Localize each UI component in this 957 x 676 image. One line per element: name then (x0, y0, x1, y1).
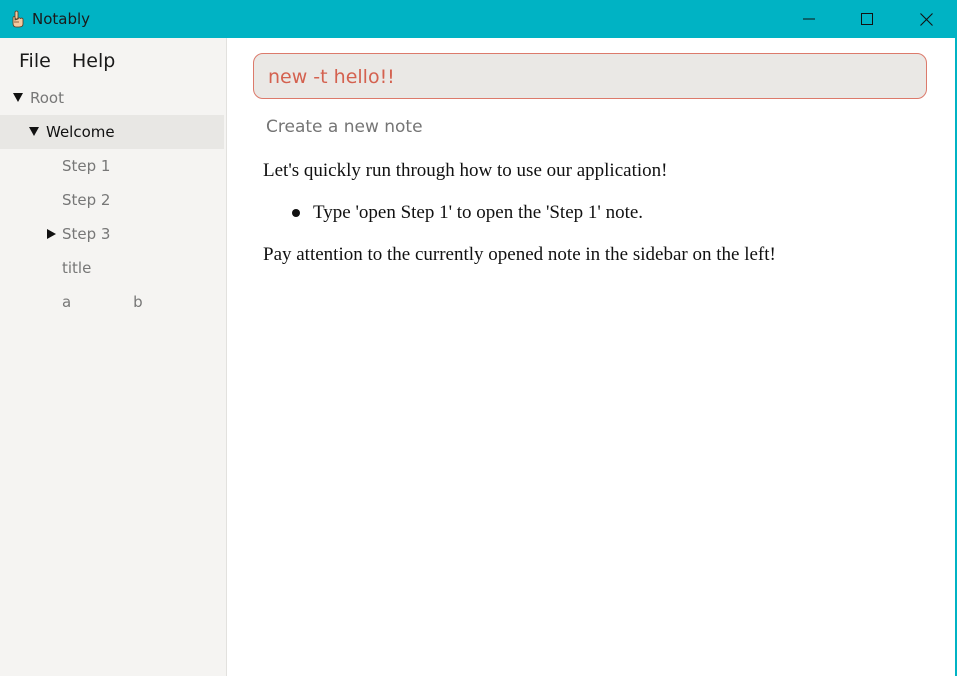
note-bullet-list: Type 'open Step 1' to open the 'Step 1' … (263, 200, 923, 226)
tree-item-welcome[interactable]: Welcome (0, 115, 224, 149)
note-paragraph: Let's quickly run through how to use our… (263, 160, 668, 181)
note-paragraph: Pay attention to the currently opened no… (263, 244, 776, 265)
tree-item-step-3[interactable]: Step 3 (0, 217, 224, 251)
tree-item-step-1[interactable]: Step 1 (0, 149, 224, 183)
minimize-button[interactable] (780, 0, 838, 38)
tree-item-title[interactable]: title (0, 251, 224, 285)
expand-arrow-down-icon[interactable] (29, 127, 39, 136)
tree-item-label: title (62, 259, 92, 277)
menu-help[interactable]: Help (72, 50, 115, 72)
window-title: Notably (32, 10, 91, 28)
maximize-icon (861, 13, 873, 25)
expand-arrow-down-icon[interactable] (13, 93, 23, 102)
command-box[interactable] (253, 53, 927, 99)
sidebar: File Help Root Welcome Step 1 Step 2 Ste… (0, 38, 227, 676)
title-bar[interactable]: Notably (0, 0, 957, 38)
tree-item-label: Step 2 (62, 191, 111, 209)
hand-pointer-icon (10, 10, 26, 28)
tree-item-label: Root (30, 89, 64, 107)
menu-file[interactable]: File (19, 50, 51, 72)
close-icon (919, 12, 933, 26)
tree-item-label: Welcome (46, 123, 115, 141)
tree-item-label: Step 3 (62, 225, 111, 243)
close-button[interactable] (897, 0, 955, 38)
tree-item-label: Step 1 (62, 157, 111, 175)
note-content: Let's quickly run through how to use our… (263, 158, 923, 268)
command-input[interactable] (268, 64, 908, 90)
tree-item-step-2[interactable]: Step 2 (0, 183, 224, 217)
app-window: Notably File Help Root Welcome Step 1 St… (0, 0, 957, 676)
expand-arrow-right-icon[interactable] (47, 229, 56, 239)
tree-item-a-b[interactable]: a b (0, 285, 224, 319)
list-item-text: Type 'open Step 1' to open the 'Step 1' … (313, 202, 644, 223)
maximize-button[interactable] (838, 0, 896, 38)
list-item: Type 'open Step 1' to open the 'Step 1' … (263, 200, 923, 226)
bullet-icon (292, 209, 300, 217)
command-hint: Create a new note (266, 117, 423, 137)
tree-item-root[interactable]: Root (0, 81, 224, 115)
tree-item-label: a b (62, 293, 143, 311)
minimize-icon (803, 18, 815, 20)
